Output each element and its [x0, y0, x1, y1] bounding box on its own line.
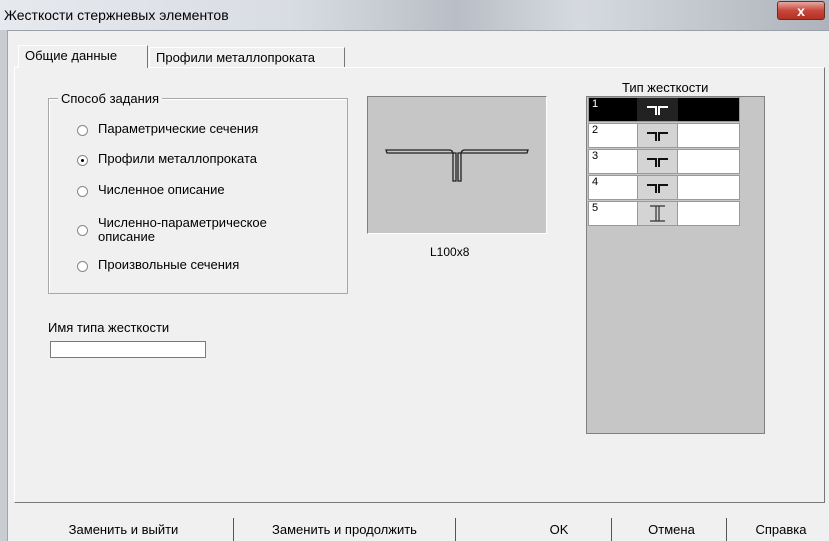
type-row-3[interactable]: 3 — [588, 149, 740, 174]
double-angle-icon — [637, 124, 678, 147]
radio-indicator — [77, 125, 88, 136]
stiffness-type-title: Тип жесткости — [622, 80, 709, 95]
section-preview — [367, 96, 547, 234]
double-angle-icon — [637, 150, 678, 173]
title-bar: Жесткости стержневых элементов x — [0, 0, 829, 31]
stiffness-name-label: Имя типа жесткости — [48, 320, 170, 335]
radio-label-line1: Численно-параметрическое — [98, 215, 267, 230]
method-group-label: Способ задания — [58, 91, 163, 106]
tab-metal-profiles[interactable]: Профили металлопроката — [149, 47, 345, 67]
type-row-number: 1 — [592, 98, 599, 110]
tab-general[interactable]: Общие данные — [18, 45, 148, 68]
double-angle-icon — [637, 176, 678, 199]
close-button[interactable]: x — [777, 1, 825, 20]
help-button[interactable]: Справка — [733, 518, 829, 541]
radio-label: Параметрические сечения — [98, 121, 259, 136]
double-angle-section-icon — [385, 149, 529, 182]
radio-indicator — [77, 261, 88, 272]
i-beam-icon — [637, 202, 678, 225]
radio-numeric-parametric[interactable]: Численно-параметрическое описание — [77, 216, 267, 244]
radio-label: Профили металлопроката — [98, 151, 257, 166]
radio-indicator-checked — [77, 155, 88, 166]
replace-and-exit-button[interactable]: Заменить и выйти — [14, 518, 234, 541]
type-row-1[interactable]: 1 — [588, 97, 740, 122]
type-row-5[interactable]: 5 — [588, 201, 740, 226]
type-row-number: 4 — [592, 176, 599, 188]
radio-label-line2: описание — [98, 229, 155, 244]
replace-and-continue-button[interactable]: Заменить и продолжить — [234, 518, 456, 541]
radio-metal-profiles[interactable]: Профили металлопроката — [77, 152, 257, 166]
close-icon: x — [797, 3, 805, 19]
radio-indicator — [77, 186, 88, 197]
radio-indicator — [77, 225, 88, 236]
radio-label: Произвольные сечения — [98, 257, 240, 272]
type-row-2[interactable]: 2 — [588, 123, 740, 148]
double-angle-icon — [637, 98, 678, 121]
window-left-edge — [0, 30, 8, 541]
type-row-number: 3 — [592, 150, 599, 162]
radio-label-multiline: Численно-параметрическое описание — [98, 216, 267, 244]
window-title: Жесткости стержневых элементов — [4, 7, 229, 23]
ok-button[interactable]: OK — [507, 518, 612, 541]
stiffness-name-input[interactable] — [50, 341, 206, 358]
type-row-number: 5 — [592, 202, 599, 214]
profile-name-label: L100x8 — [430, 245, 470, 259]
radio-numeric-description[interactable]: Численное описание — [77, 183, 225, 197]
radio-arbitrary-sections[interactable]: Произвольные сечения — [77, 258, 239, 272]
radio-label: Численное описание — [98, 182, 225, 197]
radio-parametric-sections[interactable]: Параметрические сечения — [77, 122, 258, 136]
cancel-button[interactable]: Отмена — [617, 518, 727, 541]
type-row-number: 2 — [592, 124, 599, 136]
type-row-4[interactable]: 4 — [588, 175, 740, 200]
